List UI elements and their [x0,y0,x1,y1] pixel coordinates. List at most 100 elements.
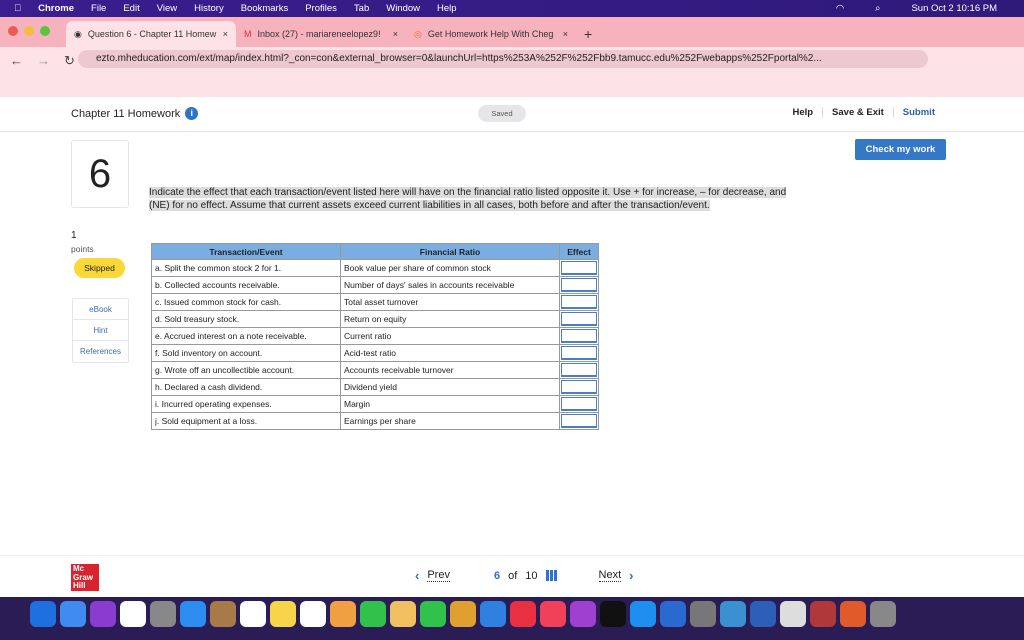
page-header: Chapter 11 Homework i Saved Help Save & E… [0,97,1024,132]
dock-app-icon[interactable] [810,601,836,627]
transaction-cell: h. Declared a cash dividend. [151,378,341,396]
menu-help[interactable]: Help [437,3,457,14]
dock-app-icon[interactable] [630,601,656,627]
table-row: a. Split the common stock 2 for 1. Book v… [151,259,599,277]
tab-chegg[interactable]: ◎ Get Homework Help With Cheg × [406,21,576,47]
chevron-left-icon[interactable]: ‹ [415,568,419,583]
zoom-button[interactable] [40,26,50,36]
reload-icon[interactable]: ↻ [64,53,75,69]
next-button[interactable]: Next [598,569,622,582]
effect-input[interactable] [561,261,597,275]
menu-tab[interactable]: Tab [354,3,369,14]
dock-app-icon[interactable] [150,601,176,627]
dock-app-icon[interactable] [120,601,146,627]
menu-history[interactable]: History [194,3,224,14]
ratio-cell: Book value per share of common stock [340,259,560,277]
effect-input[interactable] [561,363,597,377]
dock-app-icon[interactable] [210,601,236,627]
dock-app-icon[interactable] [390,601,416,627]
dock-app-icon[interactable] [600,601,626,627]
forward-icon[interactable]: → [37,53,50,69]
dock-app-icon[interactable] [510,601,536,627]
page-title: Chapter 11 Homework [71,107,181,120]
dock-app-icon[interactable] [480,601,506,627]
question-number: 6 [71,140,129,208]
chevron-right-icon[interactable]: › [629,568,633,583]
dock-app-icon[interactable] [60,601,86,627]
dock-app-icon[interactable] [330,601,356,627]
hint-link[interactable]: Hint [73,320,128,341]
url-input[interactable]: ezto.mheducation.com/ext/map/index.html?… [78,50,928,68]
transaction-cell: j. Sold equipment at a loss. [151,412,341,430]
apple-icon[interactable]:  [14,3,21,14]
dock-app-icon[interactable] [360,601,386,627]
effect-input[interactable] [561,397,597,411]
dock-app-icon[interactable] [540,601,566,627]
table-row: f. Sold inventory on account. Acid-test r… [151,344,599,362]
effect-input[interactable] [561,312,597,326]
effect-cell [559,378,599,396]
menu-window[interactable]: Window [386,3,420,14]
effect-input[interactable] [561,329,597,343]
ratio-cell: Current ratio [340,327,560,345]
wifi-icon[interactable]: ◠ [836,3,844,14]
references-link[interactable]: References [73,341,128,362]
close-window-button[interactable] [8,26,18,36]
close-icon[interactable]: × [223,29,228,39]
dock-app-icon[interactable] [270,601,296,627]
dock-app-icon[interactable] [870,601,896,627]
menu-profiles[interactable]: Profiles [305,3,337,14]
back-icon[interactable]: ← [10,53,23,69]
dock-app-icon[interactable] [420,601,446,627]
menu-bookmarks[interactable]: Bookmarks [241,3,289,14]
effect-input[interactable] [561,380,597,394]
effect-input[interactable] [561,295,597,309]
menu-file[interactable]: File [91,3,106,14]
menu-edit[interactable]: Edit [123,3,139,14]
resources-panel: eBook Hint References [72,298,129,363]
chegg-icon: ◎ [414,28,422,39]
transaction-cell: c. Issued common stock for cash. [151,293,341,311]
table-row: e. Accrued interest on a note receivable… [151,327,599,345]
dock-app-icon[interactable] [450,601,476,627]
dock-app-icon[interactable] [90,601,116,627]
dock-app-icon[interactable] [240,601,266,627]
table-row: h. Declared a cash dividend. Dividend yie… [151,378,599,396]
grid-icon[interactable] [545,570,557,581]
help-link[interactable]: Help [783,107,822,118]
check-my-work-button[interactable]: Check my work [855,139,946,160]
submit-link[interactable]: Submit [892,107,944,118]
new-tab-button[interactable]: + [576,21,606,47]
save-exit-link[interactable]: Save & Exit [822,107,893,118]
dock-app-icon[interactable] [720,601,746,627]
effect-input[interactable] [561,414,597,428]
dock-app-icon[interactable] [840,601,866,627]
transaction-cell: f. Sold inventory on account. [151,344,341,362]
tab-inbox[interactable]: M Inbox (27) - mariareneelopez9! × [236,21,406,47]
dock-app-icon[interactable] [300,601,326,627]
dock-app-icon[interactable] [690,601,716,627]
tab-question[interactable]: ◉ Question 6 - Chapter 11 Homew × [66,21,236,47]
effect-cell [559,395,599,413]
minimize-button[interactable] [24,26,34,36]
effect-input[interactable] [561,278,597,292]
dock-app-icon[interactable] [780,601,806,627]
menu-view[interactable]: View [157,3,177,14]
dock-app-icon[interactable] [750,601,776,627]
ebook-link[interactable]: eBook [73,299,128,320]
effect-cell [559,293,599,311]
prev-button[interactable]: Prev [427,569,450,582]
ratio-cell: Dividend yield [340,378,560,396]
clock[interactable]: Sun Oct 2 10:16 PM [911,3,997,14]
close-icon[interactable]: × [393,29,398,39]
info-icon[interactable]: i [185,107,199,120]
dock-app-icon[interactable] [180,601,206,627]
search-icon[interactable]: ⌕ [875,3,880,14]
menu-app[interactable]: Chrome [38,3,74,14]
gmail-icon: M [244,29,252,39]
dock-app-icon[interactable] [660,601,686,627]
dock-app-icon[interactable] [30,601,56,627]
dock-app-icon[interactable] [570,601,596,627]
effect-input[interactable] [561,346,597,360]
close-icon[interactable]: × [563,29,568,39]
